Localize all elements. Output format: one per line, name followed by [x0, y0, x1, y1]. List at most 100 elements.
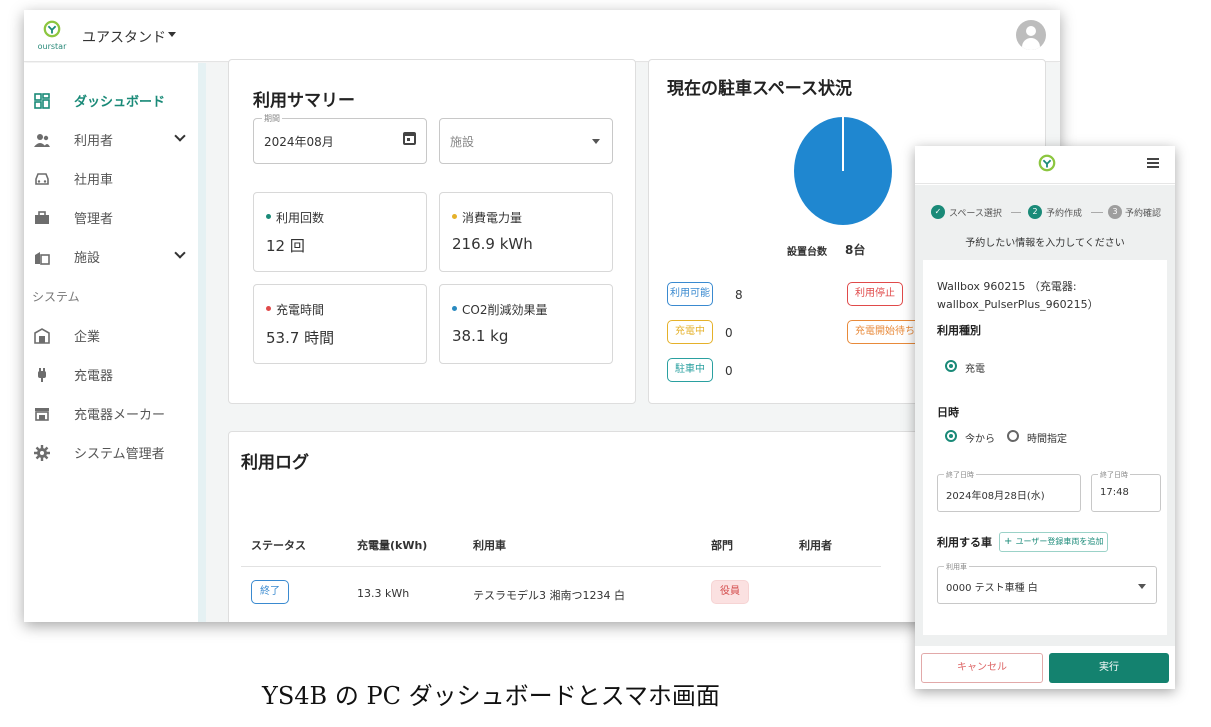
stat-co2-reduction: CO2削減効果量 38.1 kg [439, 284, 613, 364]
pc-dashboard-window: ourstar ユアスタンド ダッシュボード 利用者 社用車 管理者 施設 シス… [24, 10, 1060, 622]
status-chip-waiting: 充電開始待ち [847, 320, 923, 344]
avatar-head [1026, 26, 1036, 36]
dashboard-icon [34, 92, 50, 109]
ourstar-logo-icon[interactable] [1038, 154, 1056, 172]
charger-name-line1: Wallbox 960215 （充電器: [937, 280, 1077, 293]
stat-charge-time: 充電時間 53.7 時間 [253, 284, 427, 364]
logo-text: ourstar [37, 42, 67, 51]
status-badge: 終了 [251, 580, 289, 604]
cancel-button[interactable]: キャンセル [921, 653, 1043, 683]
status-chip-available: 利用可能 [667, 282, 713, 306]
caret-down-icon [592, 139, 600, 144]
end-date-field-value: 2024年08月28日(水) [946, 491, 1045, 502]
avatar[interactable] [1016, 20, 1046, 50]
mobile-instruction: 予約したい情報を入力してください [965, 238, 1125, 249]
mobile-header [915, 146, 1175, 184]
reservation-stepper: ✓ スペース選択 2 予約作成 3 予約確認 [931, 204, 1165, 220]
sidebar-item-charger-makers[interactable]: 充電器メーカー [24, 394, 198, 433]
end-date-field[interactable]: 終了日時 2024年08月28日(水) [937, 470, 1081, 512]
sidebar-item-label: 利用者 [74, 134, 114, 149]
usage-type-label: 利用種別 [937, 324, 981, 337]
status-count-parked: 0 [725, 364, 733, 378]
period-date-field[interactable]: 期間 2024年08月 [253, 113, 427, 164]
stat-value: 12 回 [266, 237, 305, 255]
charger-name-line2: wallbox_PulserPlus_960215） [937, 298, 1099, 311]
logo[interactable]: ourstar [34, 20, 70, 54]
reservation-form-card: Wallbox 960215 （充電器: wallbox_PulserPlus_… [923, 260, 1167, 635]
sidebar-item-companies[interactable]: 企業 [24, 316, 198, 355]
sidebar-item-facilities[interactable]: 施設 [24, 237, 198, 276]
sidebar-item-label: 企業 [74, 330, 101, 345]
vehicle-cell: テスラモデル3 湘南つ1234 白 [473, 589, 625, 602]
stat-power-consumption: 消費電力量 216.9 kWh [439, 192, 613, 272]
sidebar-item-company-cars[interactable]: 社用車 [24, 159, 198, 198]
top-app-bar: ourstar ユアスタンド [24, 10, 1060, 62]
step-connector [1011, 212, 1021, 213]
vehicle-select[interactable]: 利用車 0000 テスト車種 白 [937, 562, 1157, 604]
sidebar-item-chargers[interactable]: 充電器 [24, 355, 198, 394]
car-icon [35, 172, 49, 185]
installed-count-value: 8台 [845, 243, 866, 257]
column-header-amount[interactable]: 充電量(kWh) [357, 537, 427, 553]
organization-name[interactable]: ユアスタンド [82, 27, 166, 47]
users-icon [34, 133, 50, 147]
chevron-down-icon[interactable] [174, 247, 186, 259]
parking-pie-chart [794, 117, 892, 225]
plus-icon: + [1004, 536, 1016, 547]
sidebar-item-label: 充電器 [74, 369, 114, 384]
department-badge: 役員 [711, 580, 749, 604]
facility-select-placeholder: 施設 [450, 135, 475, 149]
status-count-charging: 0 [725, 326, 733, 340]
add-vehicle-button[interactable]: + ユーザー登録車両を追加 [999, 532, 1109, 552]
status-count-available: 8 [735, 288, 743, 302]
table-divider [241, 566, 881, 567]
calendar-icon[interactable] [403, 132, 416, 145]
caret-down-icon[interactable] [168, 32, 176, 37]
amount-cell: 13.3 kWh [357, 587, 410, 600]
radio-specify-time[interactable] [1007, 430, 1019, 442]
sidebar-divider [198, 63, 206, 622]
stat-label: 消費電力量 [462, 211, 523, 225]
column-header-vehicle[interactable]: 利用車 [473, 537, 506, 553]
facility-select[interactable]: 施設 [439, 118, 613, 164]
stat-dot [266, 214, 271, 219]
radio-charge-label: 充電 [965, 364, 985, 375]
radio-from-now[interactable] [945, 430, 957, 442]
period-field-value: 2024年08月 [264, 135, 334, 149]
step-number: 2 [1028, 205, 1042, 219]
store-icon [35, 407, 49, 421]
column-header-user[interactable]: 利用者 [799, 537, 832, 553]
parking-status-title: 現在の駐車スペース状況 [667, 79, 852, 99]
radio-from-now-label: 今から [965, 434, 995, 445]
briefcase-icon [35, 210, 49, 224]
end-time-field-value: 17:48 [1100, 487, 1129, 498]
stat-usage-count: 利用回数 12 回 [253, 192, 427, 272]
usage-log-title: 利用ログ [241, 453, 309, 473]
sidebar-item-label: システム管理者 [74, 447, 165, 462]
datetime-label: 日時 [937, 406, 959, 419]
hamburger-menu-icon[interactable] [1147, 158, 1159, 168]
radio-charge[interactable] [945, 360, 957, 372]
step-label-confirm: 予約確認 [1125, 209, 1162, 219]
end-date-field-label: 終了日時 [944, 470, 976, 480]
step-check-icon: ✓ [931, 205, 945, 219]
mobile-footer: キャンセル 実行 [915, 646, 1175, 689]
sidebar: ダッシュボード 利用者 社用車 管理者 施設 システム 企業 充電器 充電器メー… [24, 63, 198, 622]
usage-summary-card: 利用サマリー 期間 2024年08月 施設 利用回数 12 回 消費電力量 21… [228, 59, 636, 404]
status-chip-charging: 充電中 [667, 320, 713, 344]
chevron-down-icon[interactable] [174, 130, 186, 142]
sidebar-item-users[interactable]: 利用者 [24, 120, 198, 159]
stat-value: 53.7 時間 [266, 329, 335, 347]
stat-dot [266, 306, 271, 311]
stat-label: 利用回数 [276, 211, 325, 225]
column-header-status[interactable]: ステータス [251, 537, 306, 553]
execute-button[interactable]: 実行 [1049, 653, 1169, 683]
column-header-department[interactable]: 部門 [711, 537, 733, 553]
sidebar-item-admins[interactable]: 管理者 [24, 198, 198, 237]
sidebar-item-label: 充電器メーカー [74, 408, 166, 423]
caret-down-icon [1138, 584, 1146, 589]
sidebar-item-label: 管理者 [74, 212, 114, 227]
sidebar-item-system-admins[interactable]: システム管理者 [24, 433, 198, 472]
sidebar-item-dashboard[interactable]: ダッシュボード [24, 81, 198, 120]
end-time-field[interactable]: 終了日時 17:48 [1091, 470, 1161, 512]
